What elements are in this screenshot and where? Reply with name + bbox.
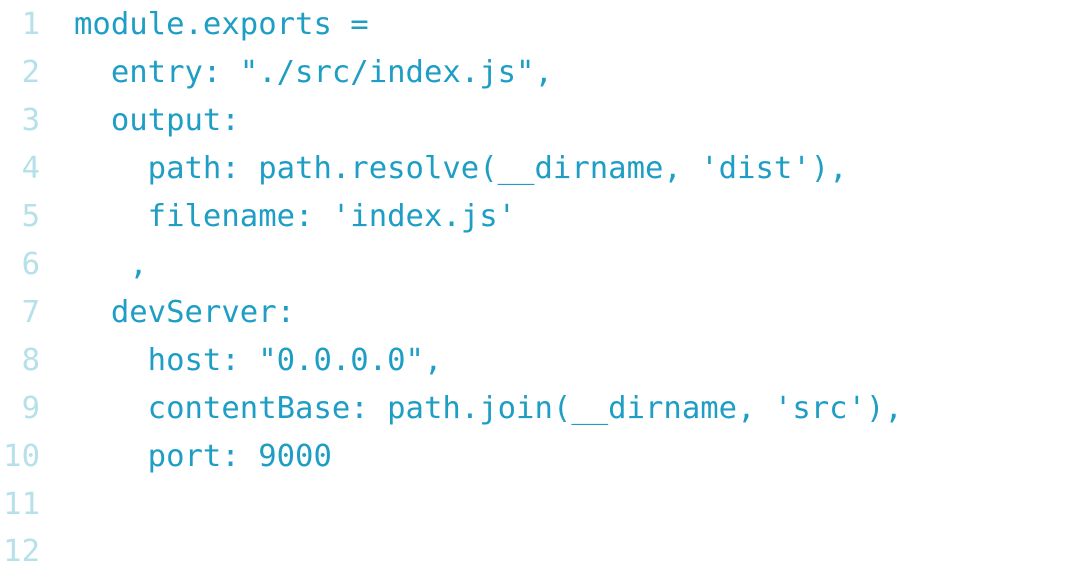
code-line[interactable]: 9 contentBase: path.join(__dirname, 'src…: [0, 385, 1070, 433]
line-number: 10: [3, 439, 40, 474]
code-text[interactable]: ,: [74, 241, 147, 289]
code-line[interactable]: 12: [0, 528, 1070, 576]
code-line[interactable]: 2 entry: "./src/index.js",: [0, 49, 1070, 97]
code-line[interactable]: 3 output:: [0, 97, 1070, 145]
code-line[interactable]: 1 module.exports =: [0, 1, 1070, 49]
line-number: 6: [21, 247, 40, 282]
line-number: 11: [3, 487, 40, 522]
code-line[interactable]: 4 path: path.resolve(__dirname, 'dist'),: [0, 145, 1070, 193]
code-text[interactable]: port: 9000: [74, 433, 332, 481]
line-number: 2: [21, 55, 40, 90]
line-number: 9: [21, 391, 40, 426]
line-number: 1: [21, 7, 40, 42]
line-number: 4: [21, 151, 40, 186]
code-line[interactable]: 10 port: 9000: [0, 433, 1070, 481]
code-text[interactable]: devServer:: [74, 289, 295, 337]
code-editor[interactable]: 1 module.exports = 2 entry: "./src/index…: [0, 0, 1070, 576]
code-text[interactable]: path: path.resolve(__dirname, 'dist'),: [74, 145, 848, 193]
line-number: 12: [3, 534, 40, 569]
line-number: 3: [21, 103, 40, 138]
code-text[interactable]: filename: 'index.js': [74, 193, 516, 241]
code-line[interactable]: 5 filename: 'index.js': [0, 193, 1070, 241]
line-number: 5: [21, 199, 40, 234]
code-line[interactable]: 6 ,: [0, 241, 1070, 289]
code-text[interactable]: entry: "./src/index.js",: [74, 49, 553, 97]
code-text[interactable]: contentBase: path.join(__dirname, 'src')…: [74, 385, 903, 433]
code-line[interactable]: 11: [0, 481, 1070, 529]
code-text[interactable]: host: "0.0.0.0",: [74, 337, 443, 385]
code-text[interactable]: module.exports =: [74, 1, 369, 49]
code-line[interactable]: 8 host: "0.0.0.0",: [0, 337, 1070, 385]
line-number: 8: [21, 343, 40, 378]
line-number: 7: [21, 295, 40, 330]
code-text[interactable]: output:: [74, 97, 240, 145]
code-line[interactable]: 7 devServer:: [0, 289, 1070, 337]
